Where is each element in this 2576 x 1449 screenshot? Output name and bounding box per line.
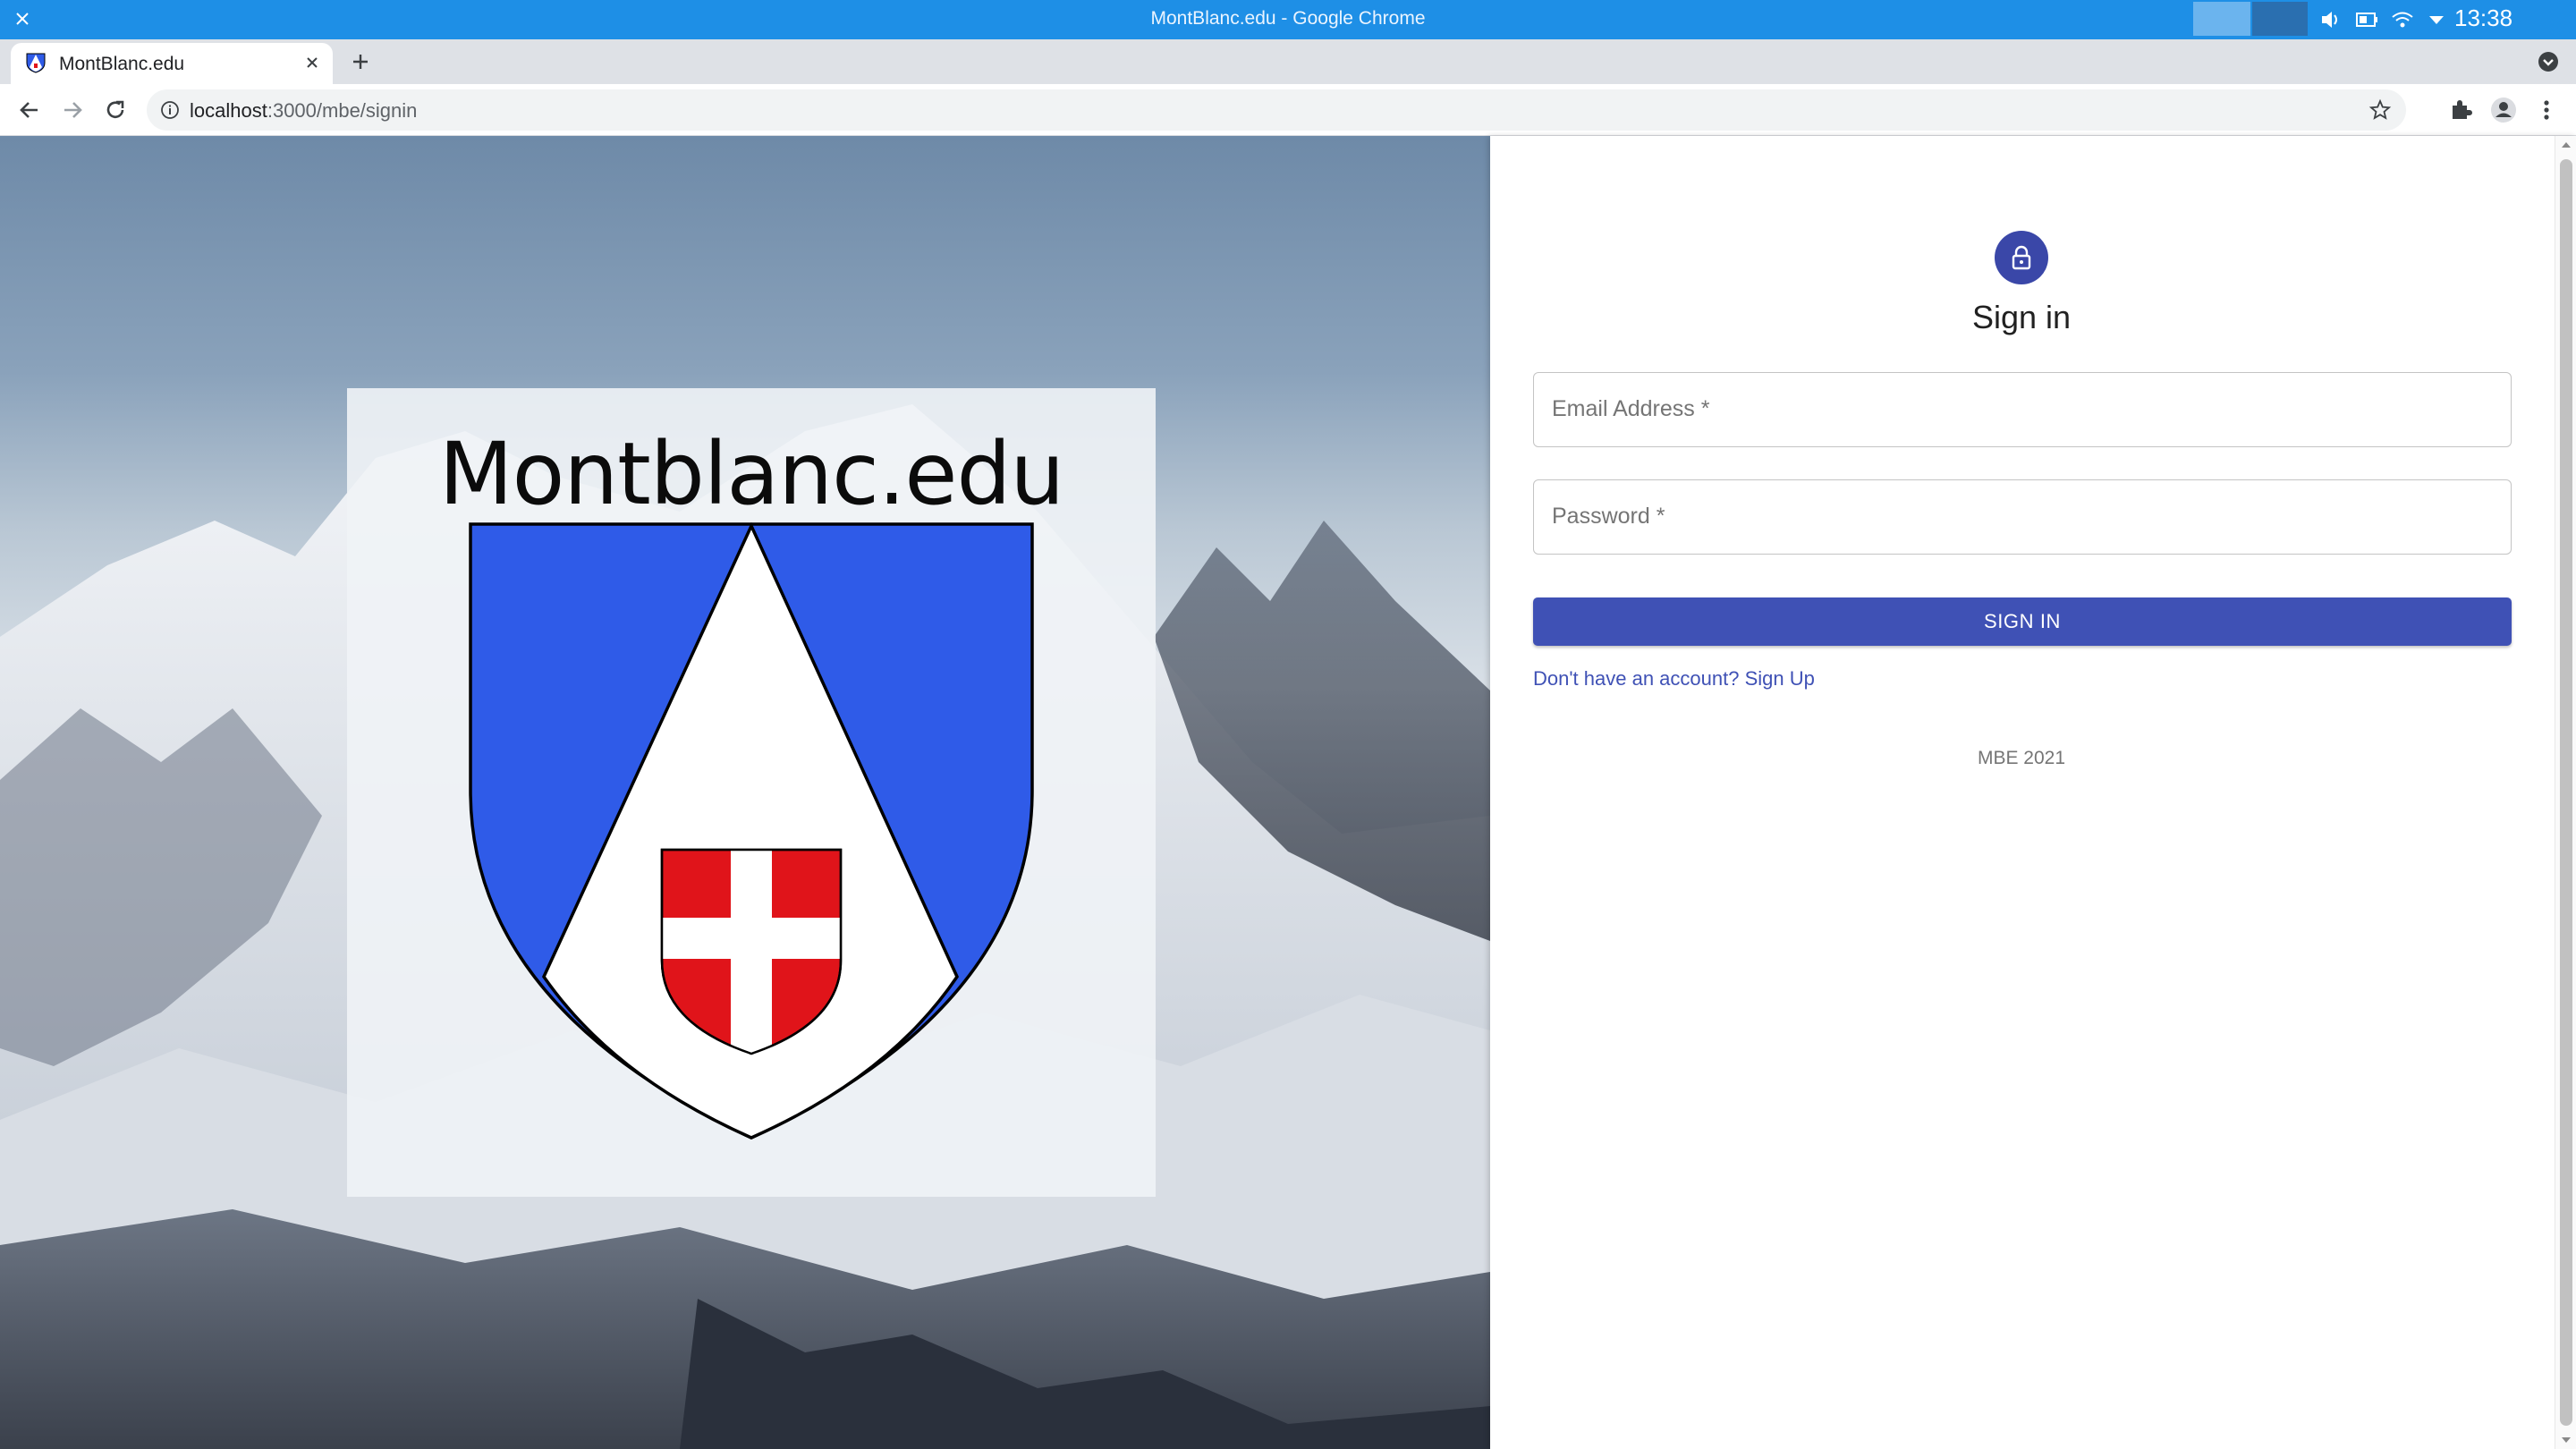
bookmark-star-icon[interactable] [2368, 98, 2392, 122]
scrollbar-thumb[interactable] [2560, 159, 2572, 1426]
reload-icon[interactable] [100, 95, 131, 125]
tab-search-icon[interactable] [2537, 50, 2560, 73]
email-field[interactable]: Email Address * [1533, 372, 2512, 447]
scroll-up-arrow-icon[interactable] [2561, 140, 2572, 150]
tab-strip: MontBlanc.edu [0, 39, 2576, 84]
lock-icon [2012, 245, 2031, 270]
email-label: Email Address * [1552, 396, 1710, 421]
tab-close-icon[interactable] [301, 51, 324, 74]
page-scrollbar[interactable] [2555, 136, 2576, 1449]
password-label: Password * [1552, 504, 1665, 529]
workspace-2[interactable] [2252, 2, 2308, 36]
logo-title: Montblanc.edu [438, 424, 1064, 524]
extensions-puzzle-icon[interactable] [2445, 95, 2476, 125]
volume-icon[interactable] [2318, 7, 2343, 32]
wifi-icon[interactable] [2390, 7, 2415, 32]
menu-kebab-icon[interactable] [2531, 95, 2562, 125]
clock: 13:38 [2454, 4, 2513, 31]
hero-mountain-background: Montblanc.edu [0, 136, 1490, 1449]
sign-in-title: Sign in [1971, 299, 2072, 335]
lock-avatar [1995, 231, 2048, 284]
sign-up-link[interactable]: Don't have an account? Sign Up [1533, 667, 1815, 691]
password-field[interactable]: Password * [1533, 479, 2512, 555]
address-bar[interactable]: localhost:3000/mbe/signin [147, 89, 2406, 131]
window-title: MontBlanc.edu - Google Chrome [1150, 8, 1426, 29]
tab-title: MontBlanc.edu [59, 54, 185, 74]
workspace-1[interactable] [2193, 2, 2250, 36]
new-tab-plus-icon[interactable] [347, 48, 374, 75]
info-icon[interactable] [159, 99, 181, 121]
logo-card: Montblanc.edu [347, 388, 1156, 1197]
forward-arrow-icon[interactable] [57, 95, 88, 125]
battery-icon[interactable] [2354, 7, 2379, 32]
page-content: Montblanc.edu Sign in Email Address * Pa… [0, 136, 2576, 1449]
coat-of-arms-shield-icon [469, 522, 1034, 1140]
sign-in-button[interactable]: SIGN IN [1533, 597, 2512, 646]
profile-avatar-icon[interactable] [2488, 95, 2519, 125]
montblanc-favicon-icon [26, 53, 46, 73]
url-path: :3000/mbe/signin [267, 99, 418, 122]
sign-in-panel: Sign in Email Address * Password * SIGN … [1490, 136, 2576, 1449]
url-host: localhost [190, 99, 267, 122]
dropdown-arrow-icon[interactable] [2424, 7, 2449, 32]
browser-toolbar: localhost:3000/mbe/signin [0, 84, 2576, 136]
system-title-bar: MontBlanc.edu - Google Chrome 13:38 [0, 0, 2576, 39]
copyright-text: MBE 2021 [1977, 748, 2066, 768]
back-arrow-icon[interactable] [14, 95, 45, 125]
scroll-down-arrow-icon[interactable] [2561, 1435, 2572, 1445]
tab-montblanc[interactable]: MontBlanc.edu [11, 43, 333, 84]
url-text: localhost:3000/mbe/signin [190, 99, 417, 123]
